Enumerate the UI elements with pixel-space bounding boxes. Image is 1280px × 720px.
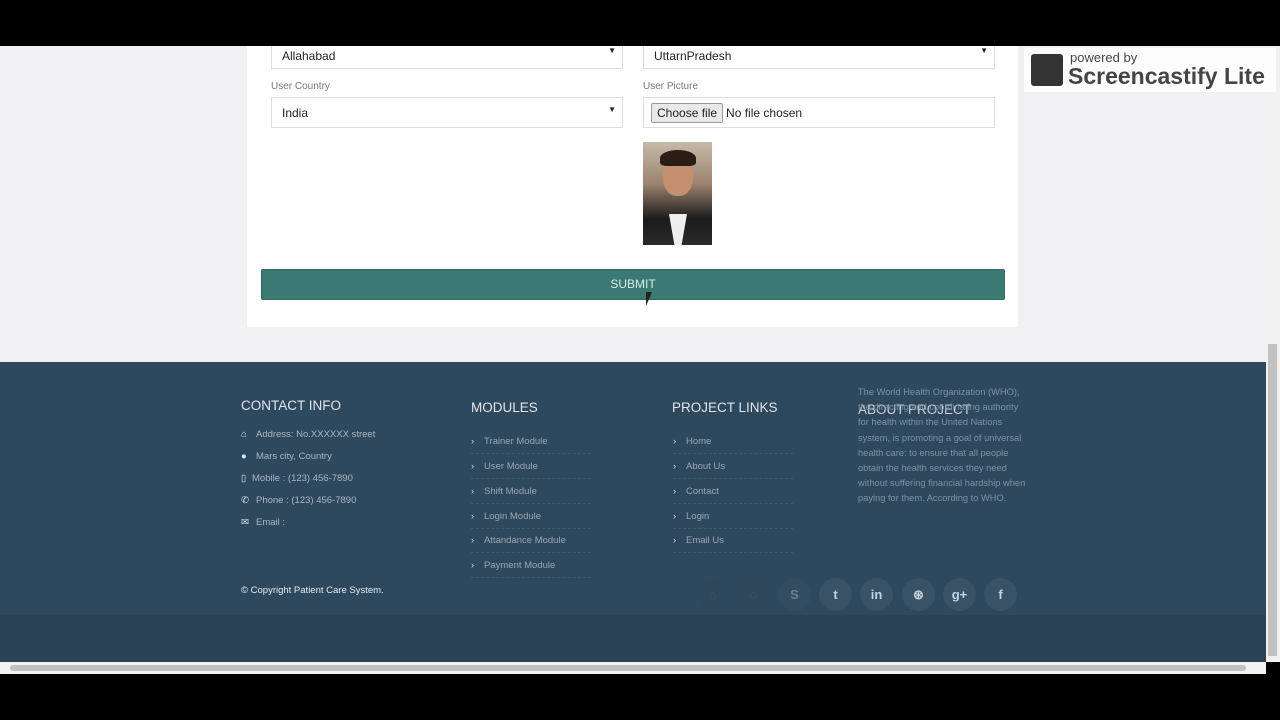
dribbble-icon[interactable]: ⊛ <box>902 578 935 611</box>
screencastify-watermark: powered by Screencastify Lite <box>1024 48 1276 92</box>
contact-email: ✉ Email : <box>241 517 286 528</box>
contact-address: ⌂ Address: No.XXXXXX street <box>241 429 376 440</box>
chevron-right-icon: › <box>673 461 677 472</box>
home-icon: ⌂ <box>241 429 247 440</box>
github-icon[interactable]: ◌ <box>737 578 770 611</box>
chevron-down-icon: ▼ <box>980 46 988 55</box>
state-select[interactable]: UttarnPradesh ▼ <box>643 46 995 69</box>
module-link-user[interactable]: › User Module <box>471 461 591 479</box>
module-link-login[interactable]: › Login Module <box>471 511 591 529</box>
chevron-right-icon: › <box>673 511 677 522</box>
watermark-line2: Screencastify Lite <box>1068 63 1265 89</box>
contact-city: ● Mars city, Country <box>241 451 332 462</box>
module-link-payment[interactable]: › Payment Module <box>471 560 591 578</box>
module-link-trainer[interactable]: › Trainer Module <box>471 436 591 454</box>
chevron-right-icon: › <box>673 486 677 497</box>
link-login[interactable]: › Login <box>673 511 793 529</box>
project-links-title: PROJECT LINKS <box>672 400 778 415</box>
chevron-right-icon: › <box>471 560 475 571</box>
chevron-right-icon: › <box>673 436 677 447</box>
city-select[interactable]: Allahabad ▼ <box>271 46 623 69</box>
about-text: The World Health Organization (WHO), the… <box>858 387 1026 504</box>
country-label: User Country <box>271 81 330 92</box>
module-link-attendance[interactable]: › Attandance Module <box>471 535 591 553</box>
chevron-down-icon: ▼ <box>608 105 616 114</box>
module-link-shift[interactable]: › Shift Module <box>471 486 591 504</box>
page: Allahabad ▼ UttarnPradesh ▼ User Country U… <box>0 46 1266 662</box>
country-value: India <box>282 106 309 120</box>
horizontal-scrollbar[interactable] <box>0 662 1266 674</box>
city-value: Allahabad <box>282 49 336 63</box>
link-home[interactable]: › Home <box>673 436 793 454</box>
linkedin-icon[interactable]: in <box>860 578 893 611</box>
vertical-scrollbar[interactable] <box>1266 46 1280 662</box>
choose-file-button[interactable]: Choose file <box>651 103 724 123</box>
envelope-icon: ✉ <box>241 517 249 528</box>
submit-button[interactable]: SUBMIT <box>261 269 1005 300</box>
chevron-right-icon: › <box>471 535 475 546</box>
home-icon[interactable]: ⌂ <box>696 578 729 611</box>
footer-bottom-bar <box>0 615 1266 662</box>
facebook-icon[interactable]: f <box>984 578 1017 611</box>
skype-icon[interactable]: S <box>778 578 811 611</box>
twitter-icon[interactable]: t <box>819 578 852 611</box>
chevron-right-icon: › <box>471 511 475 522</box>
copyright: © Copyright Patient Care System. <box>241 585 384 596</box>
link-email-us[interactable]: › Email Us <box>673 535 793 553</box>
modules-title: MODULES <box>471 400 538 415</box>
footer <box>0 362 1266 615</box>
google-plus-icon[interactable]: g+ <box>943 578 976 611</box>
state-value: UttarnPradesh <box>654 49 732 63</box>
picture-file-input[interactable]: Choose file No file chosen <box>643 97 995 128</box>
phone-icon: ✆ <box>241 495 249 506</box>
contact-phone: ✆ Phone : (123) 456-7890 <box>241 495 357 506</box>
contact-mobile: ▯ Mobile : (123) 456-7890 <box>241 473 353 484</box>
chevron-right-icon: › <box>471 486 475 497</box>
link-about-us[interactable]: › About Us <box>673 461 793 479</box>
user-photo <box>643 142 712 245</box>
picture-label: User Picture <box>643 81 699 92</box>
chevron-right-icon: › <box>673 535 677 546</box>
file-status: No file chosen <box>726 106 803 120</box>
globe-icon: ● <box>241 451 247 462</box>
film-icon <box>1031 54 1063 86</box>
chevron-right-icon: › <box>471 436 475 447</box>
contact-title: CONTACT INFO <box>241 398 341 413</box>
country-select[interactable]: India ▼ <box>271 97 623 128</box>
user-form: Allahabad ▼ UttarnPradesh ▼ User Country U… <box>247 46 1018 327</box>
mouse-cursor-icon <box>646 292 652 306</box>
link-contact[interactable]: › Contact <box>673 486 793 504</box>
chevron-down-icon: ▼ <box>608 46 616 55</box>
mobile-icon: ▯ <box>241 473 247 484</box>
chevron-right-icon: › <box>471 461 475 472</box>
